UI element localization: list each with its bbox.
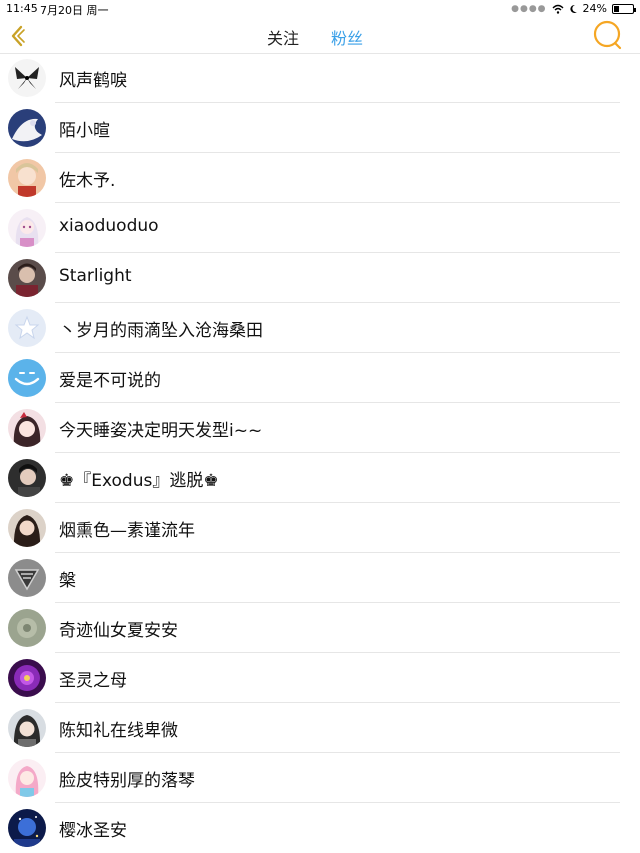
avatar[interactable]	[8, 559, 46, 597]
list-item[interactable]: 陈知礼在线卑微	[0, 703, 640, 753]
list-item[interactable]: xiaoduoduo	[0, 203, 640, 253]
fan-name: xiaoduoduo	[59, 216, 159, 236]
avatar[interactable]	[8, 659, 46, 697]
avatar[interactable]	[8, 709, 46, 747]
status-right: ●●●● 24%	[511, 2, 636, 15]
list-item[interactable]: 奇迹仙女夏安安	[0, 603, 640, 653]
battery-icon	[612, 3, 636, 14]
back-chevron-icon[interactable]	[8, 24, 28, 48]
fans-list: 风声鹤唳 陌小暄 佐木予. xiaoduoduo Starlight 丶岁月的雨…	[0, 53, 640, 853]
avatar[interactable]	[8, 309, 46, 347]
list-item[interactable]: 丶岁月的雨滴坠入沧海桑田	[0, 303, 640, 353]
avatar[interactable]	[8, 59, 46, 97]
avatar[interactable]	[8, 759, 46, 797]
list-item[interactable]: 圣灵之母	[0, 653, 640, 703]
avatar[interactable]	[8, 259, 46, 297]
fan-name: 奇迹仙女夏安安	[59, 621, 178, 641]
list-item[interactable]: ♚『Exodus』逃脱♚	[0, 453, 640, 503]
fan-name: 风声鹤唳	[59, 71, 127, 91]
list-item[interactable]: 陌小暄	[0, 103, 640, 153]
fan-name: 陈知礼在线卑微	[59, 721, 178, 741]
moon-icon	[569, 4, 577, 13]
fan-name: 爱是不可说的	[59, 371, 161, 391]
signal-icon: ●●●●	[511, 3, 547, 14]
fan-name: 樱冰圣安	[59, 821, 127, 841]
wifi-icon	[552, 4, 564, 14]
tab-follow[interactable]: 关注	[267, 25, 299, 49]
list-item[interactable]: 佐木予.	[0, 153, 640, 203]
fan-name: 今天睡姿决定明天发型i~~	[59, 421, 263, 441]
fan-name: 佐木予.	[59, 171, 116, 191]
list-item[interactable]: Starlight	[0, 253, 640, 303]
fan-name: 脸皮特别厚的落琴	[59, 771, 195, 791]
fan-name: 圣灵之母	[59, 671, 127, 691]
avatar[interactable]	[8, 409, 46, 447]
fan-name: Starlight	[59, 266, 132, 286]
avatar[interactable]	[8, 359, 46, 397]
list-item[interactable]: 槃	[0, 553, 640, 603]
fan-name: 槃	[59, 571, 76, 591]
avatar[interactable]	[8, 809, 46, 847]
fan-name: ♚『Exodus』逃脱♚	[59, 471, 219, 491]
status-time: 11:45	[6, 2, 38, 15]
list-item[interactable]: 风声鹤唳	[0, 53, 640, 103]
status-bar: 11:45 7月20日 周一 ●●●● 24%	[0, 0, 640, 18]
list-item[interactable]: 今天睡姿决定明天发型i~~	[0, 403, 640, 453]
avatar[interactable]	[8, 609, 46, 647]
list-item[interactable]: 烟熏色—素谨流年	[0, 503, 640, 553]
avatar[interactable]	[8, 159, 46, 197]
fan-name: 丶岁月的雨滴坠入沧海桑田	[59, 321, 263, 341]
avatar[interactable]	[8, 459, 46, 497]
search-icon[interactable]	[592, 19, 624, 51]
fan-name: 烟熏色—素谨流年	[59, 521, 195, 541]
fan-name: 陌小暄	[59, 121, 110, 141]
avatar[interactable]	[8, 509, 46, 547]
tab-fans[interactable]: 粉丝	[331, 25, 363, 49]
list-item[interactable]: 樱冰圣安	[0, 803, 640, 853]
list-item[interactable]: 脸皮特别厚的落琴	[0, 753, 640, 803]
battery-percent: 24%	[582, 2, 607, 15]
avatar[interactable]	[8, 109, 46, 147]
list-item[interactable]: 爱是不可说的	[0, 353, 640, 403]
avatar[interactable]	[8, 209, 46, 247]
nav-bar: 关注 粉丝	[0, 18, 640, 54]
status-date: 7月20日 周一	[40, 4, 109, 17]
